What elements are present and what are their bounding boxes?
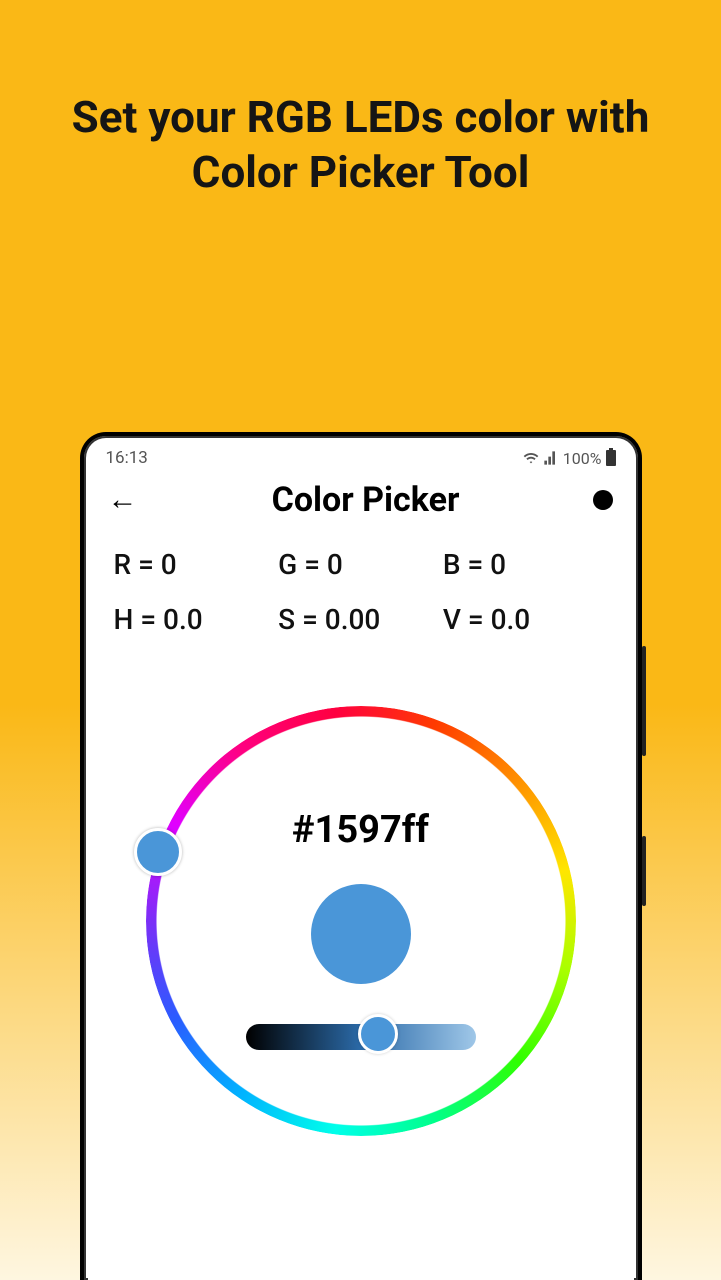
status-battery-text: 100%	[563, 449, 602, 468]
color-swatch	[311, 884, 411, 984]
value-slider[interactable]	[246, 1024, 476, 1050]
hue-ring-container: #1597ff	[146, 706, 576, 1136]
wifi-icon	[523, 450, 539, 466]
value-slider-handle[interactable]	[358, 1014, 398, 1054]
value-b: B = 0	[443, 548, 608, 581]
color-values-grid: R = 0 G = 0 B = 0 H = 0.0 S = 0.00 V = 0…	[88, 526, 634, 636]
hex-value: #1597ff	[146, 808, 576, 852]
value-v: V = 0.0	[443, 603, 608, 636]
phone-screen: 16:13 100% ← Color Picker R = 0 G = 0 B …	[88, 440, 634, 1280]
value-h: H = 0.0	[114, 603, 279, 636]
color-picker-area: #1597ff	[88, 706, 634, 1136]
promo-headline: Set your RGB LEDs color with Color Picke…	[61, 90, 661, 200]
back-arrow-icon[interactable]: ←	[108, 485, 138, 515]
page-title: Color Picker	[272, 480, 460, 520]
camera-dot	[593, 490, 613, 510]
status-right: 100%	[523, 449, 616, 468]
signal-icon	[543, 450, 559, 466]
status-time: 16:13	[106, 448, 148, 468]
status-bar: 16:13 100%	[88, 440, 634, 470]
phone-side-button	[642, 836, 646, 906]
value-r: R = 0	[114, 548, 279, 581]
phone-side-button	[642, 646, 646, 756]
value-g: G = 0	[278, 548, 443, 581]
phone-frame: 16:13 100% ← Color Picker R = 0 G = 0 B …	[80, 432, 642, 1280]
battery-icon	[606, 450, 616, 466]
app-header: ← Color Picker	[88, 470, 634, 526]
value-s: S = 0.00	[278, 603, 443, 636]
